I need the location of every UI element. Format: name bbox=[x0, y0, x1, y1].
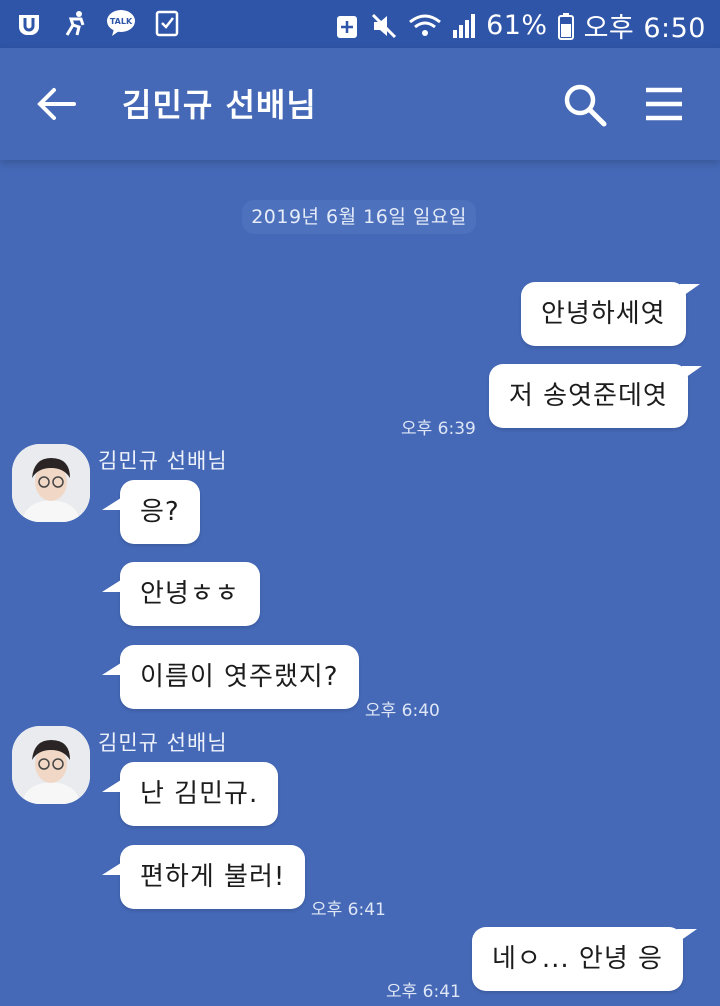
kakaotalk-icon: TALK bbox=[106, 8, 136, 38]
avatar[interactable] bbox=[12, 444, 90, 522]
chat-title: 김민규 선배님 bbox=[122, 86, 317, 124]
message-time: 오후 6:41 bbox=[311, 900, 386, 920]
message-bubble-sent[interactable]: 네ㅇ... 안녕 응 bbox=[472, 927, 697, 991]
status-bar: TALK 61% 오후 6:50 bbox=[0, 0, 720, 48]
search-icon bbox=[564, 84, 607, 127]
mute-icon bbox=[372, 13, 397, 38]
date-divider: 2019년 6월 16일 일요일 bbox=[242, 200, 476, 234]
message-bubble-received[interactable]: 난 김민규. bbox=[101, 762, 279, 826]
search-button[interactable] bbox=[562, 82, 608, 128]
clipboard-check-icon bbox=[152, 8, 182, 38]
talk-badge-text: TALK bbox=[110, 17, 133, 26]
message-time: 오후 6:40 bbox=[365, 701, 440, 721]
app-u-icon bbox=[14, 8, 44, 38]
message-bubble-received[interactable]: 안녕ㅎㅎ bbox=[102, 562, 260, 626]
battery-saver-icon bbox=[337, 15, 358, 38]
message-bubble-received[interactable]: 이름이 엿주랬지? bbox=[102, 645, 359, 709]
battery-percent: 61% bbox=[486, 10, 548, 41]
message-bubble-received[interactable]: 응? bbox=[102, 480, 200, 544]
clock: 오후 6:50 bbox=[583, 13, 706, 44]
message-time: 오후 6:41 bbox=[386, 982, 461, 1002]
sender-name: 김민규 선배님 bbox=[98, 731, 228, 755]
message-bubble-received[interactable]: 편하게 불러! bbox=[101, 845, 306, 909]
profile-photo-icon bbox=[12, 444, 90, 522]
chat-header: 김민규 선배님 bbox=[0, 48, 720, 160]
menu-button[interactable] bbox=[644, 86, 684, 122]
signal-icon bbox=[453, 13, 476, 38]
battery-icon bbox=[557, 12, 574, 40]
hamburger-icon bbox=[646, 87, 682, 121]
runner-icon bbox=[60, 8, 90, 38]
message-time: 오후 6:39 bbox=[401, 419, 476, 439]
back-arrow-icon bbox=[37, 88, 76, 120]
system-status: 61% 오후 6:50 bbox=[334, 6, 706, 45]
message-bubble-sent[interactable]: 안녕하세엿 bbox=[521, 282, 700, 346]
profile-photo-icon bbox=[12, 726, 90, 804]
back-button[interactable] bbox=[36, 84, 80, 124]
avatar[interactable] bbox=[12, 726, 90, 804]
sender-name: 김민규 선배님 bbox=[98, 449, 228, 473]
wifi-icon bbox=[409, 14, 442, 36]
notification-icons: TALK bbox=[14, 8, 182, 38]
message-bubble-sent[interactable]: 저 송엿준데엿 bbox=[489, 364, 702, 428]
